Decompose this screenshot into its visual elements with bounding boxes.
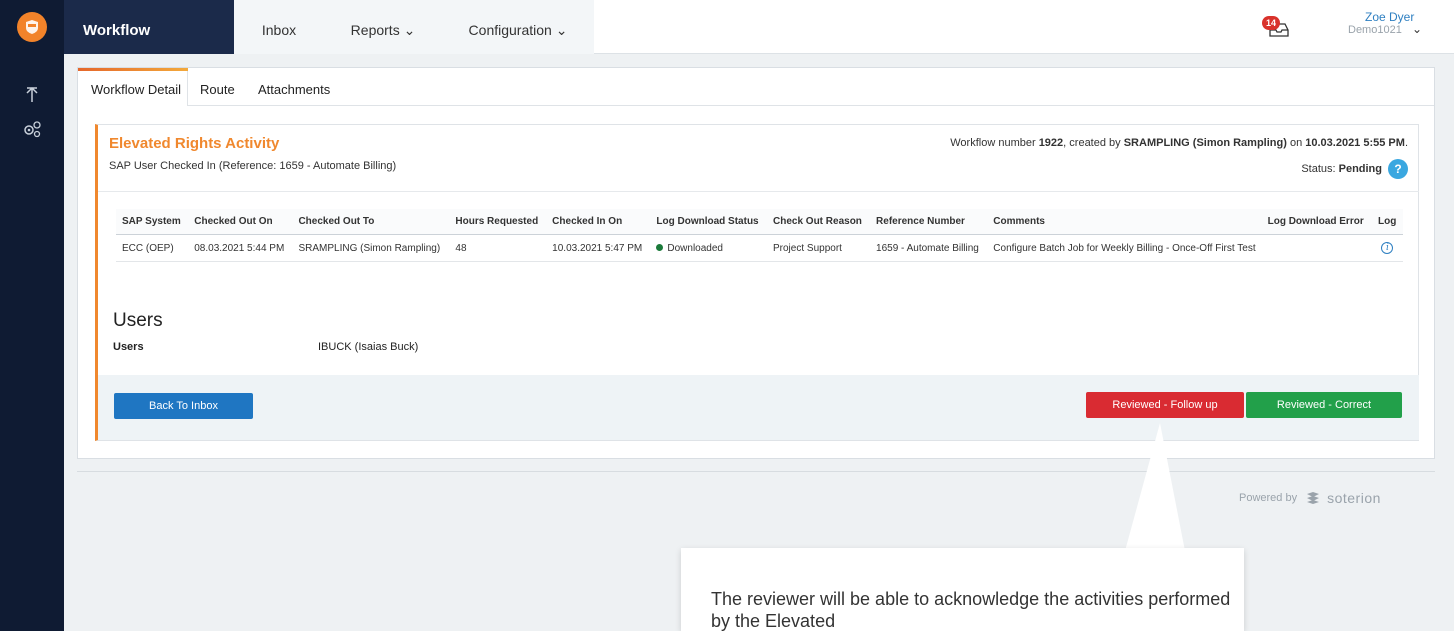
upload-arrow-icon[interactable] — [16, 86, 48, 110]
status-dot-icon — [656, 244, 664, 252]
users-label: Users — [113, 341, 144, 353]
col-log: Log — [1371, 209, 1403, 235]
cell-checked-in-on: 10.03.2021 5:47 PM — [546, 234, 651, 262]
chevron-down-icon[interactable]: ⌄ — [1412, 22, 1422, 36]
workflow-creator: SRAMPLING (Simon Rampling) — [1123, 137, 1287, 149]
notifications-button[interactable]: 14 — [1262, 16, 1292, 40]
col-checked-out-on: Checked Out On — [188, 209, 293, 235]
workflow-panel: Workflow Detail Route Attachments Elevat… — [77, 67, 1435, 459]
cell-log: i — [1371, 234, 1403, 262]
nav-inbox[interactable]: Inbox — [234, 0, 324, 54]
workflow-number: 1922 — [1038, 137, 1064, 149]
top-bar: Workflow Inbox Reports ⌄ Configuration ⌄… — [0, 0, 1454, 54]
reviewed-follow-up-button[interactable]: Reviewed - Follow up — [1086, 392, 1244, 418]
callout-text: The reviewer will be able to acknowledge… — [711, 589, 1231, 631]
left-sidebar — [0, 54, 64, 631]
cell-log-download-status: Downloaded — [650, 234, 767, 262]
nav-reports[interactable]: Reports ⌄ — [324, 0, 442, 54]
back-to-inbox-button[interactable]: Back To Inbox — [114, 393, 253, 419]
cell-hours-requested: 48 — [449, 234, 547, 262]
workflow-info-on: on — [1286, 137, 1306, 149]
divider — [98, 191, 1419, 192]
workflow-info-created: , created by — [1063, 137, 1124, 149]
tab-bar: Workflow Detail Route Attachments — [78, 68, 1434, 106]
callout-pointer — [1125, 423, 1185, 551]
help-icon[interactable]: ? — [1388, 159, 1408, 179]
workflow-subtitle: SAP User Checked In (Reference: 1659 - A… — [109, 160, 397, 172]
col-log-download-status: Log Download Status — [650, 209, 767, 235]
notification-badge: 14 — [1262, 16, 1280, 30]
settings-gears-icon[interactable] — [16, 120, 48, 144]
workflow-info-prefix: Workflow number — [950, 137, 1039, 149]
workflow-info-end: . — [1404, 137, 1408, 149]
col-comments: Comments — [987, 209, 1262, 235]
cell-reference-number: 1659 - Automate Billing — [870, 234, 988, 262]
user-name[interactable]: Zoe Dyer — [1365, 10, 1414, 24]
soterion-logo-icon — [1307, 492, 1320, 504]
status-label: Status: — [1301, 163, 1339, 175]
main-nav: Inbox Reports ⌄ Configuration ⌄ — [234, 0, 594, 54]
active-tab-indicator — [78, 68, 188, 71]
app-title: Workflow — [64, 0, 234, 54]
logo-icon — [17, 12, 47, 42]
cell-comments: Configure Batch Job for Weekly Billing -… — [987, 234, 1262, 262]
workflow-info: Workflow number 1922, created by SRAMPLI… — [950, 137, 1408, 149]
tooltip-callout: The reviewer will be able to acknowledge… — [681, 548, 1244, 631]
nav-configuration[interactable]: Configuration ⌄ — [442, 0, 594, 54]
info-icon[interactable]: i — [1381, 242, 1394, 254]
workflow-card: Elevated Rights Activity SAP User Checke… — [95, 124, 1419, 441]
cell-checked-out-on: 08.03.2021 5:44 PM — [188, 234, 293, 262]
col-sap-system: SAP System — [116, 209, 189, 235]
app-logo[interactable] — [0, 0, 64, 54]
col-log-download-error: Log Download Error — [1261, 209, 1372, 235]
table-header-row: SAP System Checked Out On Checked Out To… — [116, 209, 1403, 235]
status-value: Pending — [1338, 163, 1382, 175]
workflow-title: Elevated Rights Activity — [109, 135, 280, 152]
user-tenant: Demo1021 — [1348, 24, 1402, 36]
table-row: ECC (OEP) 08.03.2021 5:44 PM SRAMPLING (… — [116, 234, 1403, 262]
tab-route[interactable]: Route — [200, 82, 235, 97]
col-hours-requested: Hours Requested — [449, 209, 547, 235]
powered-by: Powered by soterion — [1239, 490, 1381, 506]
cell-log-download-error — [1261, 234, 1372, 262]
col-checked-in-on: Checked In On — [546, 209, 651, 235]
users-heading: Users — [113, 310, 163, 331]
checkout-table: SAP System Checked Out On Checked Out To… — [116, 209, 1403, 262]
workflow-status: Status: Pending — [1301, 163, 1382, 175]
col-checked-out-to: Checked Out To — [292, 209, 450, 235]
workflow-date: 10.03.2021 5:55 PM — [1305, 137, 1405, 149]
cell-sap-system: ECC (OEP) — [116, 234, 189, 262]
col-check-out-reason: Check Out Reason — [767, 209, 871, 235]
users-value: IBUCK (Isaias Buck) — [318, 341, 419, 353]
col-reference-number: Reference Number — [870, 209, 988, 235]
reviewed-correct-button[interactable]: Reviewed - Correct — [1246, 392, 1402, 418]
cell-checked-out-to: SRAMPLING (Simon Rampling) — [292, 234, 450, 262]
tab-workflow-detail[interactable]: Workflow Detail — [78, 71, 188, 106]
log-download-status-text: Downloaded — [667, 242, 723, 254]
powered-by-brand: soterion — [1327, 490, 1381, 506]
tab-attachments[interactable]: Attachments — [258, 82, 330, 97]
cell-check-out-reason: Project Support — [767, 234, 871, 262]
